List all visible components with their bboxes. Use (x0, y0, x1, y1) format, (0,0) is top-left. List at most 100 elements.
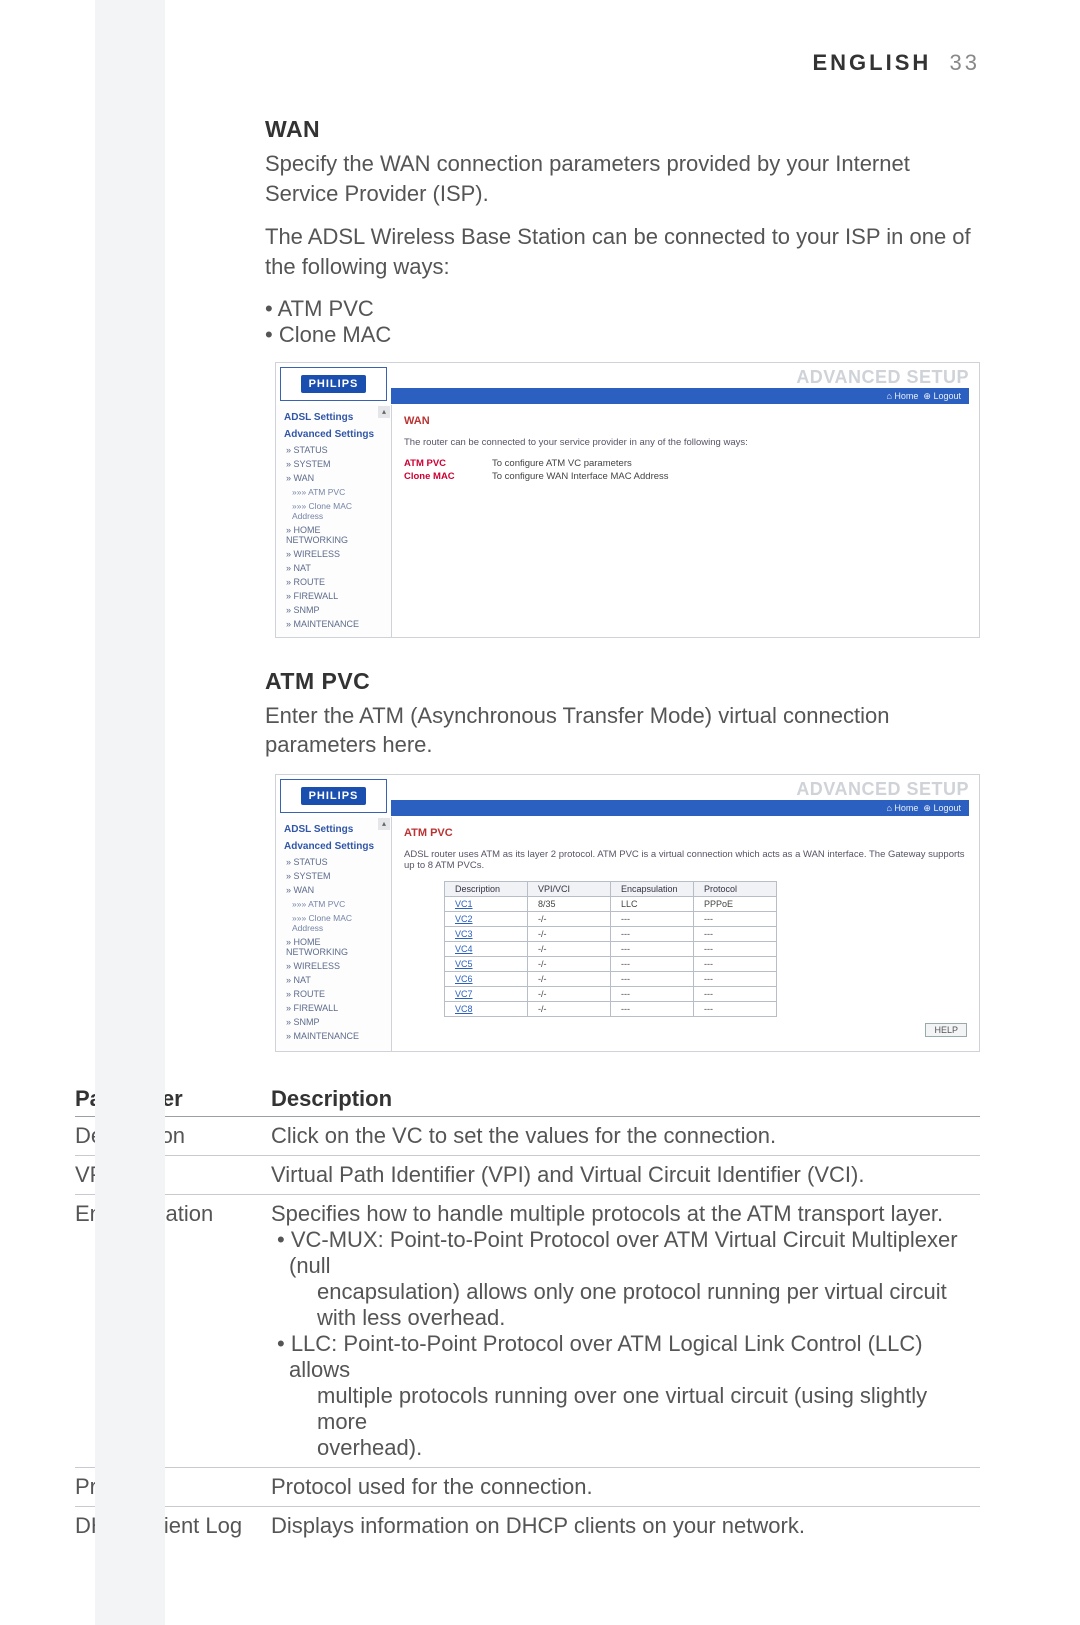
vc-link[interactable]: VC1 (455, 899, 473, 909)
wan-bullet-1: ATM PVC (265, 296, 980, 322)
page-header: ENGLISH 33 (265, 50, 980, 76)
router-screenshot-atm: PHILIPS ADVANCED SETUP ⌂ Home ⊕ Logout ▴… (275, 774, 980, 1052)
advanced-setup-title: ADVANCED SETUP (391, 367, 969, 388)
option-row-clone: Clone MAC To configure WAN Interface MAC… (404, 471, 967, 482)
table-row: VC4-/------- (445, 942, 777, 957)
option-row-atm: ATM PVC To configure ATM VC parameters (404, 458, 967, 469)
table-row: VC6-/------- (445, 972, 777, 987)
col-protocol: Protocol (694, 882, 777, 897)
param-desc: Click on the VC to set the values for th… (271, 1117, 980, 1156)
param-header-description: Description (271, 1082, 980, 1117)
content-intro-line: ADSL router uses ATM as its layer 2 prot… (404, 849, 967, 871)
advanced-setup-title: ADVANCED SETUP (391, 779, 969, 800)
nav-item-wireless[interactable]: » WIRELESS (276, 547, 391, 561)
nav-heading-advanced[interactable]: Advanced Settings (276, 838, 391, 855)
content-pane-wan: WAN The router can be connected to your … (392, 405, 979, 637)
nav-item-snmp[interactable]: » SNMP (276, 603, 391, 617)
nav-heading-advanced[interactable]: Advanced Settings (276, 426, 391, 443)
section-title-atm: ATM PVC (265, 668, 980, 695)
table-row: VC2-/------- (445, 912, 777, 927)
table-header-row: Description VPI/VCI Encapsulation Protoc… (445, 882, 777, 897)
nav-heading-adsl[interactable]: ADSL Settings (276, 409, 391, 426)
logout-link[interactable]: ⊕ Logout (923, 803, 961, 813)
nav-item-clone-mac[interactable]: »»» Clone MAC Address (276, 911, 391, 935)
nav-item-status[interactable]: » STATUS (276, 855, 391, 869)
nav-item-clone-mac[interactable]: »»» Clone MAC Address (276, 499, 391, 523)
nav-item-system[interactable]: » SYSTEM (276, 869, 391, 883)
atm-paragraph-1: Enter the ATM (Asynchronous Transfer Mod… (265, 701, 980, 760)
param-desc: Specifies how to handle multiple protoco… (271, 1195, 980, 1468)
nav-item-wireless[interactable]: » WIRELESS (276, 959, 391, 973)
table-row: VC7-/------- (445, 987, 777, 1002)
nav-item-route[interactable]: » ROUTE (276, 575, 391, 589)
nav-item-home-networking[interactable]: » HOME NETWORKING (276, 523, 391, 547)
nav-item-firewall[interactable]: » FIREWALL (276, 589, 391, 603)
parameter-table: Parameter Description Description Click … (75, 1082, 980, 1545)
nav-item-wan[interactable]: » WAN (276, 883, 391, 897)
manual-page: ENGLISH 33 WAN Specify the WAN connectio… (0, 0, 1080, 1625)
home-link[interactable]: ⌂ Home (886, 803, 918, 813)
nav-heading-adsl[interactable]: ADSL Settings (276, 821, 391, 838)
nav-item-snmp[interactable]: » SNMP (276, 1015, 391, 1029)
logo-cell: PHILIPS (280, 779, 387, 813)
content-heading: WAN (404, 415, 967, 427)
wan-bullet-2: Clone MAC (265, 322, 980, 348)
nav-item-atm-pvc[interactable]: »»» ATM PVC (276, 897, 391, 911)
vc-link[interactable]: VC8 (455, 1004, 473, 1014)
param-desc: Displays information on DHCP clients on … (271, 1507, 980, 1546)
option-val-atm: To configure ATM VC parameters (492, 458, 632, 469)
home-link[interactable]: ⌂ Home (886, 391, 918, 401)
wan-bullet-list: ATM PVC Clone MAC (265, 296, 980, 348)
nav-item-status[interactable]: » STATUS (276, 443, 391, 457)
sidebar-nav: ▴ ADSL Settings Advanced Settings » STAT… (276, 405, 392, 637)
param-desc: Virtual Path Identifier (VPI) and Virtua… (271, 1156, 980, 1195)
content-intro-line: The router can be connected to your serv… (404, 437, 967, 448)
option-val-clone: To configure WAN Interface MAC Address (492, 471, 669, 482)
logout-link[interactable]: ⊕ Logout (923, 391, 961, 401)
pvc-table: Description VPI/VCI Encapsulation Protoc… (444, 881, 777, 1017)
wan-paragraph-1: Specify the WAN connection parameters pr… (265, 149, 980, 208)
vc-link[interactable]: VC2 (455, 914, 473, 924)
nav-item-firewall[interactable]: » FIREWALL (276, 1001, 391, 1015)
vc-link[interactable]: VC6 (455, 974, 473, 984)
col-encapsulation: Encapsulation (611, 882, 694, 897)
help-button[interactable]: HELP (925, 1023, 967, 1037)
nav-item-wan[interactable]: » WAN (276, 471, 391, 485)
option-key-clone[interactable]: Clone MAC (404, 471, 468, 482)
col-vpi-vci: VPI/VCI (528, 882, 611, 897)
philips-logo: PHILIPS (301, 787, 367, 805)
router-screenshot-wan: PHILIPS ADVANCED SETUP ⌂ Home ⊕ Logout ▴… (275, 362, 980, 638)
table-row: VC8-/------- (445, 1002, 777, 1017)
wan-paragraph-2: The ADSL Wireless Base Station can be co… (265, 222, 980, 281)
table-row: VC3-/------- (445, 927, 777, 942)
nav-item-atm-pvc[interactable]: »»» ATM PVC (276, 485, 391, 499)
vc-link[interactable]: VC5 (455, 959, 473, 969)
table-row: VC18/35LLCPPPoE (445, 897, 777, 912)
section-title-wan: WAN (265, 116, 980, 143)
content-pane-atm: ATM PVC ADSL router uses ATM as its laye… (392, 817, 979, 1051)
option-key-atm[interactable]: ATM PVC (404, 458, 468, 469)
nav-item-maintenance[interactable]: » MAINTENANCE (276, 617, 391, 631)
nav-item-maintenance[interactable]: » MAINTENANCE (276, 1029, 391, 1043)
top-link-strip: ⌂ Home ⊕ Logout (391, 800, 969, 816)
vc-link[interactable]: VC7 (455, 989, 473, 999)
top-link-strip: ⌂ Home ⊕ Logout (391, 388, 969, 404)
header-page-number: 33 (950, 50, 980, 75)
nav-item-nat[interactable]: » NAT (276, 561, 391, 575)
philips-logo: PHILIPS (301, 375, 367, 393)
vc-link[interactable]: VC3 (455, 929, 473, 939)
table-row: VC5-/------- (445, 957, 777, 972)
scroll-up-icon[interactable]: ▴ (378, 406, 390, 418)
side-margin-bar (95, 0, 165, 1625)
param-desc: Protocol used for the connection. (271, 1468, 980, 1507)
nav-item-nat[interactable]: » NAT (276, 973, 391, 987)
nav-item-home-networking[interactable]: » HOME NETWORKING (276, 935, 391, 959)
nav-item-system[interactable]: » SYSTEM (276, 457, 391, 471)
logo-cell: PHILIPS (280, 367, 387, 401)
sidebar-nav: ▴ ADSL Settings Advanced Settings » STAT… (276, 817, 392, 1051)
col-description: Description (445, 882, 528, 897)
nav-item-route[interactable]: » ROUTE (276, 987, 391, 1001)
scroll-up-icon[interactable]: ▴ (378, 818, 390, 830)
content-heading: ATM PVC (404, 827, 967, 839)
vc-link[interactable]: VC4 (455, 944, 473, 954)
